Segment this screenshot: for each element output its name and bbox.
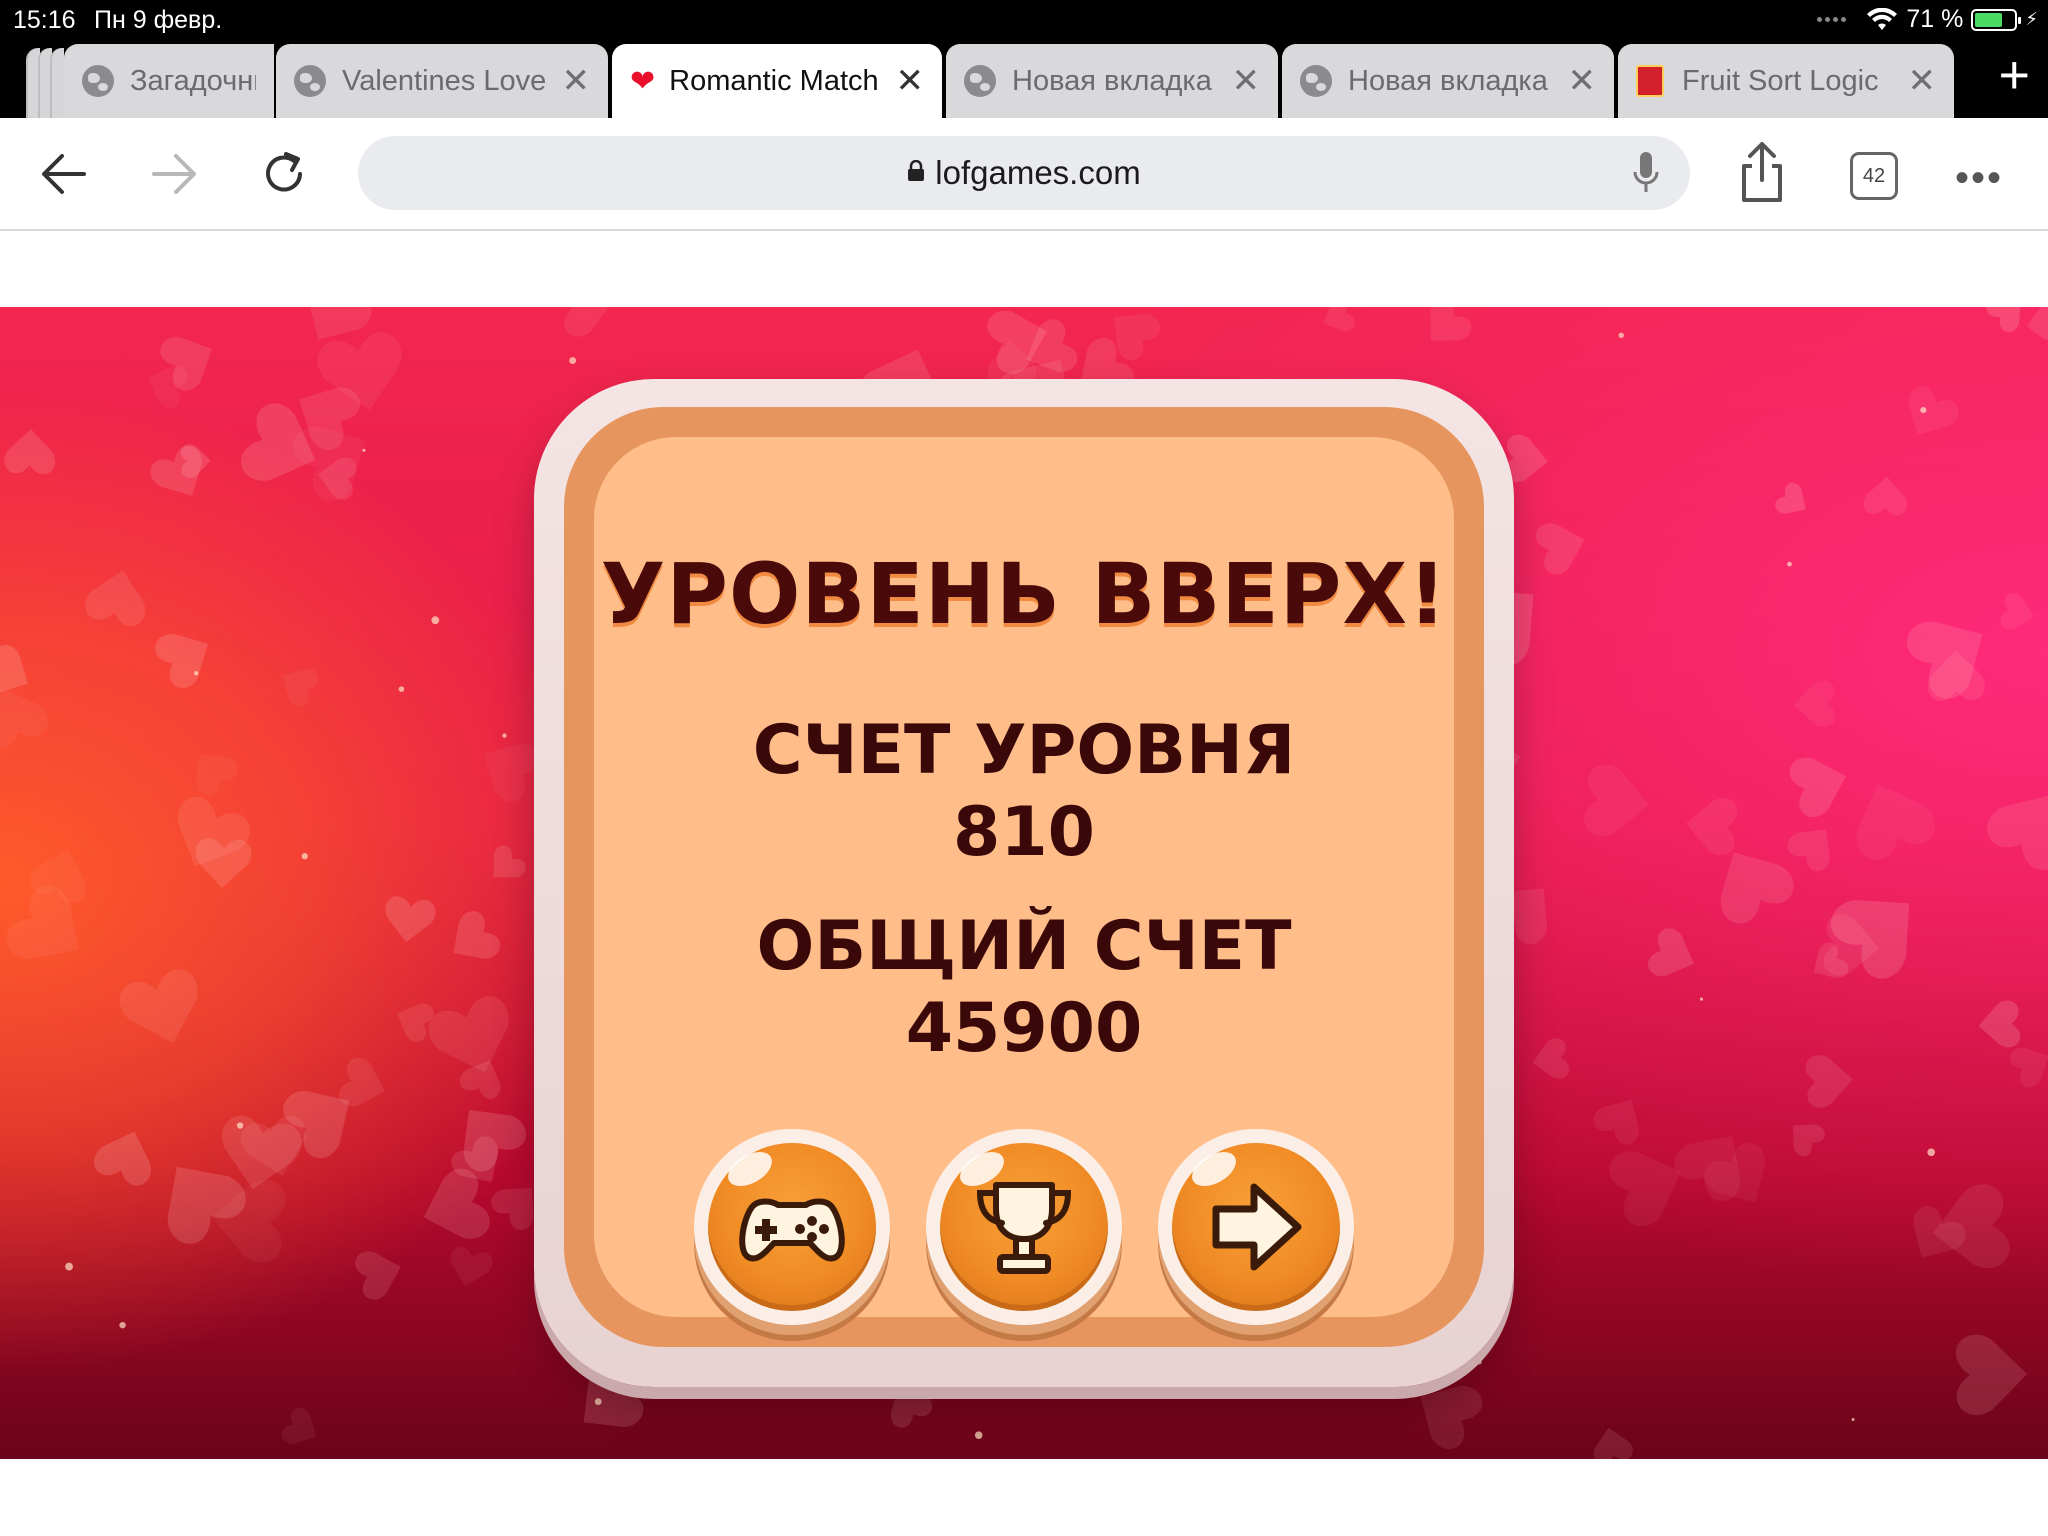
reload-icon[interactable]	[254, 144, 314, 204]
close-tab-icon[interactable]: ✕	[562, 64, 591, 98]
level-up-dialog: УРОВЕНЬ ВВЕРХ! СЧЕТ УРОВНЯ 810 ОБЩИЙ СЧЕ…	[534, 379, 1514, 1387]
back-icon[interactable]	[34, 144, 94, 204]
heart-icon: ❤	[630, 64, 656, 98]
battery-percent: 71 %	[1906, 5, 1964, 33]
total-score-value: 45900	[905, 989, 1143, 1068]
more-games-button[interactable]	[694, 1129, 890, 1335]
leaderboard-button[interactable]	[926, 1129, 1122, 1335]
wifi-icon	[1867, 7, 1898, 30]
tab-label: Новая вкладка	[1012, 64, 1212, 97]
address-bar[interactable]: lofgames.com	[358, 136, 1690, 210]
tab-0[interactable]: Загадочны	[64, 44, 274, 118]
total-score-label: ОБЩИЙ СЧЕТ	[756, 907, 1292, 986]
battery-icon	[1971, 8, 2022, 31]
dialog-title: УРОВЕНЬ ВВЕРХ!	[600, 545, 1448, 643]
tab-5[interactable]: Fruit Sort Logic ✕	[1618, 44, 1954, 118]
dialog-border: УРОВЕНЬ ВВЕРХ! СЧЕТ УРОВНЯ 810 ОБЩИЙ СЧЕ…	[564, 407, 1484, 1347]
close-tab-icon[interactable]: ✕	[1568, 64, 1597, 98]
tab-1[interactable]: Valentines Love ✕	[276, 44, 608, 118]
tab-label: Romantic Match	[669, 64, 879, 97]
close-tab-icon[interactable]: ✕	[1908, 64, 1937, 98]
tab-4[interactable]: Новая вкладка ✕	[1282, 44, 1614, 118]
level-score-value: 810	[953, 793, 1095, 872]
tab-2-active[interactable]: ❤ Romantic Match ✕	[612, 44, 942, 118]
trophy-icon	[976, 1182, 1072, 1274]
share-icon[interactable]	[1736, 140, 1788, 206]
dialog-body: УРОВЕНЬ ВВЕРХ! СЧЕТ УРОВНЯ 810 ОБЩИЙ СЧЕ…	[594, 437, 1454, 1335]
tab-3[interactable]: Новая вкладка ✕	[946, 44, 1278, 118]
level-score-label: СЧЕТ УРОВНЯ	[752, 711, 1296, 790]
globe-icon	[964, 65, 996, 97]
tab-label: Загадочны	[130, 64, 256, 97]
tab-label: Новая вкладка	[1348, 64, 1548, 97]
globe-icon	[1300, 65, 1332, 97]
tab-strip: Загадочны Valentines Love ✕ ❤ Romantic M…	[0, 40, 2048, 118]
forward-icon[interactable]	[144, 144, 204, 204]
cellular-signal-icon	[1817, 17, 1847, 22]
next-level-button[interactable]	[1158, 1129, 1354, 1335]
new-tab-button[interactable]: +	[1998, 48, 2030, 102]
url-text: lofgames.com	[935, 154, 1141, 191]
tab-label: Fruit Sort Logic	[1682, 64, 1879, 97]
tabs-count-button[interactable]: 42	[1850, 152, 1898, 200]
gamepad-icon	[739, 1198, 845, 1262]
globe-icon	[294, 65, 326, 97]
status-bar: 15:16 Пн 9 февр. 71 % ⚡	[0, 0, 2048, 40]
fruit-icon	[1636, 65, 1664, 97]
lock-icon	[908, 160, 925, 181]
charging-icon: ⚡	[2025, 9, 2038, 29]
tab-label: Valentines Love	[342, 64, 547, 97]
browser-toolbar: lofgames.com 42 •••	[0, 118, 2048, 231]
close-tab-icon[interactable]: ✕	[896, 64, 925, 98]
more-menu-icon[interactable]: •••	[1955, 156, 2003, 201]
status-date: Пн 9 февр.	[94, 6, 223, 34]
close-tab-icon[interactable]: ✕	[1232, 64, 1261, 98]
arrow-right-icon	[1212, 1183, 1302, 1271]
game-canvas[interactable]: УРОВЕНЬ ВВЕРХ! СЧЕТ УРОВНЯ 810 ОБЩИЙ СЧЕ…	[0, 307, 2048, 1459]
tab-stack-edge	[50, 48, 64, 118]
url-display[interactable]: lofgames.com	[358, 154, 1690, 192]
status-right: 71 % ⚡	[1817, 5, 2038, 34]
status-time: 15:16	[13, 6, 76, 34]
microphone-icon[interactable]	[1632, 150, 1660, 196]
globe-icon	[82, 65, 114, 97]
